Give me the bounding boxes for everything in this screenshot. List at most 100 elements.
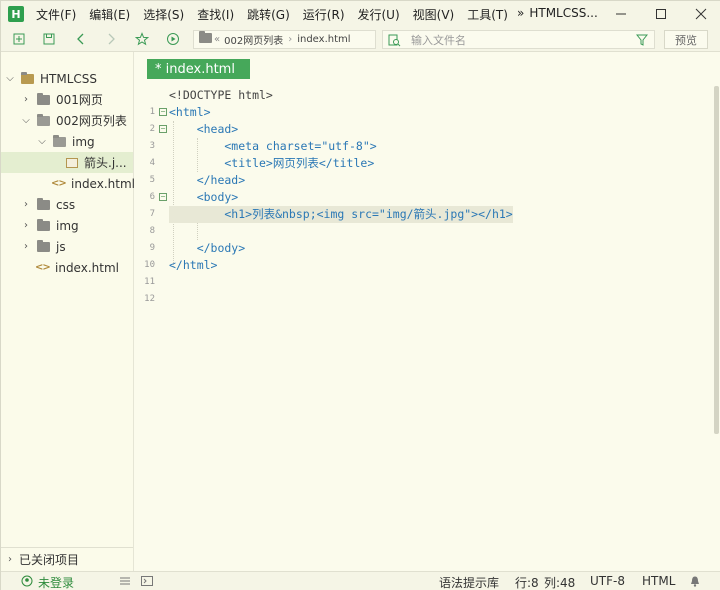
tab-index-html[interactable]: * index.html bbox=[147, 59, 250, 79]
run-button[interactable] bbox=[165, 31, 181, 47]
favorite-button[interactable] bbox=[134, 31, 150, 47]
tree-item-label: 001网页 bbox=[56, 93, 103, 107]
double-chevron-right-icon[interactable]: » bbox=[517, 6, 524, 20]
tree-item-label: index.html bbox=[71, 176, 135, 191]
menu-bar: H 文件(F) 编辑(E) 选择(S) 查找(I) 跳转(G) 运行(R) 发行… bbox=[1, 1, 720, 27]
folder-icon bbox=[37, 218, 50, 231]
tree-item-css[interactable]: › css bbox=[1, 194, 133, 215]
chevron-right-icon[interactable]: › bbox=[21, 199, 31, 210]
language-mode[interactable]: HTML bbox=[642, 574, 675, 588]
notification-bell-icon[interactable] bbox=[689, 574, 701, 588]
window-title-text: HTMLCSS... bbox=[529, 6, 598, 20]
chevron-down-icon[interactable]: ⌵ bbox=[5, 73, 15, 84]
tree-item-label: HTMLCSS bbox=[40, 71, 98, 86]
forward-button[interactable] bbox=[103, 31, 119, 47]
double-chevron-left-icon[interactable]: « bbox=[214, 34, 220, 45]
code-line: 7 − <body> bbox=[135, 189, 715, 219]
tree-item-img[interactable]: › img bbox=[1, 215, 133, 236]
folder-open-icon bbox=[53, 134, 66, 147]
tree-item-index[interactable]: <> index.html bbox=[1, 257, 133, 278]
chevron-right-icon[interactable]: › bbox=[21, 94, 31, 105]
line-text: </body> bbox=[169, 241, 246, 255]
code-line: 9 bbox=[135, 223, 715, 253]
code-line-current: 8 <h1>列表&nbsp;<img src="img/箭头.jpg"></h1… bbox=[135, 206, 715, 236]
encoding[interactable]: UTF-8 bbox=[590, 574, 625, 588]
fold-toggle-icon[interactable]: − bbox=[159, 125, 167, 133]
tree-item-label: img bbox=[72, 134, 95, 149]
chevron-down-icon[interactable]: ⌵ bbox=[37, 136, 47, 147]
image-file-icon bbox=[66, 157, 78, 168]
filter-icon[interactable] bbox=[636, 34, 648, 46]
menu-goto[interactable]: 跳转(G) bbox=[247, 6, 290, 23]
menu-view[interactable]: 视图(V) bbox=[413, 6, 455, 23]
chevron-right-icon[interactable]: › bbox=[21, 241, 31, 252]
save-button[interactable] bbox=[41, 31, 57, 47]
cursor-row[interactable]: 行:8 bbox=[515, 574, 539, 590]
folder-icon bbox=[37, 239, 50, 252]
line-text: <body> bbox=[169, 190, 239, 204]
tree-item-img-sub[interactable]: ⌵ img bbox=[1, 131, 133, 152]
close-button[interactable] bbox=[681, 1, 720, 27]
menu-edit[interactable]: 编辑(E) bbox=[89, 6, 130, 23]
code-line: 11 </html> bbox=[135, 257, 715, 287]
code-line: 6 </head> bbox=[135, 172, 715, 202]
menu-select[interactable]: 选择(S) bbox=[143, 6, 184, 23]
syntax-hint-library[interactable]: 语法提示库 bbox=[439, 574, 499, 590]
chevron-right-icon[interactable]: › bbox=[21, 220, 31, 231]
folder-icon bbox=[37, 92, 50, 105]
chevron-down-icon[interactable]: ⌵ bbox=[21, 115, 31, 126]
menu-publish[interactable]: 发行(U) bbox=[358, 6, 400, 23]
fold-toggle-icon[interactable]: − bbox=[159, 108, 167, 116]
breadcrumb-folder[interactable]: 002网页列表 bbox=[224, 32, 283, 47]
code-line: 1 <!DOCTYPE html> bbox=[135, 87, 715, 117]
breadcrumb-file[interactable]: index.html bbox=[297, 34, 350, 45]
new-file-button[interactable] bbox=[11, 31, 27, 47]
code-line: 10 </body> bbox=[135, 240, 715, 270]
minimize-button[interactable] bbox=[601, 1, 641, 27]
tree-item-index-sub[interactable]: <> index.html bbox=[1, 173, 135, 194]
menu-file[interactable]: 文件(F) bbox=[36, 6, 76, 23]
tree-item-label: index.html bbox=[55, 260, 119, 275]
new-file-icon bbox=[13, 33, 25, 45]
menu-run[interactable]: 运行(R) bbox=[303, 6, 345, 23]
code-editor[interactable]: * index.html 1 <!DOCTYPE html> 2 − <html… bbox=[135, 52, 720, 571]
tree-item-project[interactable]: ⌵ HTMLCSS bbox=[1, 68, 133, 89]
star-icon bbox=[135, 32, 149, 46]
line-text: <head> bbox=[169, 122, 239, 136]
code-line: 5 <title>网页列表</title> bbox=[135, 155, 715, 185]
back-button[interactable] bbox=[73, 31, 89, 47]
chevron-right-icon[interactable]: › bbox=[5, 554, 15, 565]
tree-item-label: img bbox=[56, 218, 79, 233]
arrow-left-icon bbox=[77, 33, 84, 45]
code-line: 2 − <html> bbox=[135, 104, 715, 134]
window-title: » HTMLCSS... bbox=[517, 6, 598, 20]
line-text: </html> bbox=[169, 258, 218, 272]
closed-projects[interactable]: › 已关闭项目 bbox=[1, 547, 133, 571]
tree-item-002[interactable]: ⌵ 002网页列表 bbox=[1, 110, 133, 131]
file-search-input[interactable]: 输入文件名 bbox=[382, 30, 655, 49]
line-text: </head> bbox=[169, 173, 246, 187]
menu-tools[interactable]: 工具(T) bbox=[467, 6, 508, 23]
terminal-icon[interactable] bbox=[141, 574, 153, 588]
menu-find[interactable]: 查找(I) bbox=[197, 6, 234, 23]
login-status[interactable]: 未登录 bbox=[38, 574, 74, 590]
account-icon[interactable] bbox=[21, 574, 33, 588]
closed-projects-label: 已关闭项目 bbox=[19, 553, 80, 567]
maximize-button[interactable] bbox=[641, 1, 681, 27]
project-sidebar: ⌵ HTMLCSS › 001网页 ⌵ 002网页列表 ⌵ img 箭头.j..… bbox=[1, 52, 135, 571]
window-controls bbox=[601, 1, 720, 27]
list-icon[interactable] bbox=[119, 574, 131, 588]
tree-item-001[interactable]: › 001网页 bbox=[1, 89, 133, 110]
html-file-icon: <> bbox=[35, 262, 51, 273]
cursor-column[interactable]: 列:48 bbox=[544, 574, 575, 590]
tree-item-js[interactable]: › js bbox=[1, 236, 133, 257]
vertical-scrollbar[interactable] bbox=[714, 86, 719, 434]
folder-icon bbox=[199, 31, 214, 46]
preview-button[interactable]: 预览 bbox=[664, 30, 708, 49]
line-number: 12 bbox=[144, 294, 155, 304]
fold-toggle-icon[interactable]: − bbox=[159, 193, 167, 201]
line-text: <html> bbox=[169, 105, 211, 119]
tree-item-arrow-image[interactable]: 箭头.j... bbox=[1, 152, 133, 173]
folder-icon bbox=[37, 197, 50, 210]
breadcrumb[interactable]: « 002网页列表 › index.html bbox=[193, 30, 376, 49]
